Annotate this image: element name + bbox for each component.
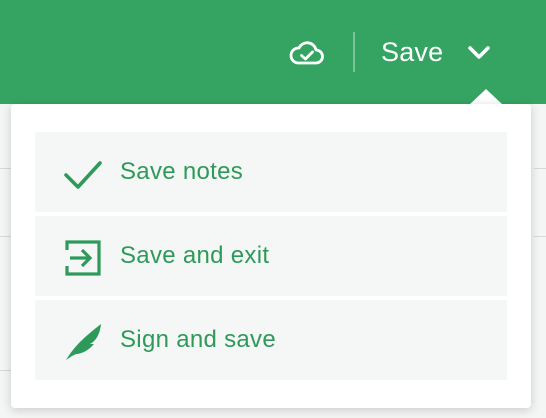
menu-item-sign-and-save[interactable]: Sign and save [35, 300, 507, 380]
menu-item-label: Save notes [120, 158, 244, 185]
top-bar: Save [0, 0, 546, 104]
save-menu: Save notes Save and exit Sign and save [11, 104, 531, 408]
exit-icon [63, 238, 103, 278]
menu-item-save-notes[interactable]: Save notes [35, 132, 507, 212]
cloud-sync-button[interactable] [287, 37, 327, 69]
menu-item-label: Sign and save [120, 326, 277, 353]
chevron-down-icon [468, 46, 490, 59]
header-divider [353, 32, 355, 72]
checkmark-icon [63, 154, 103, 194]
save-button-label: Save [381, 36, 444, 67]
menu-caret [469, 89, 503, 105]
save-dropdown-button[interactable]: Save [368, 28, 508, 76]
cloud-check-icon [289, 41, 324, 65]
menu-item-save-and-exit[interactable]: Save and exit [35, 216, 507, 296]
menu-item-label: Save and exit [120, 242, 270, 269]
quill-icon [63, 322, 103, 362]
